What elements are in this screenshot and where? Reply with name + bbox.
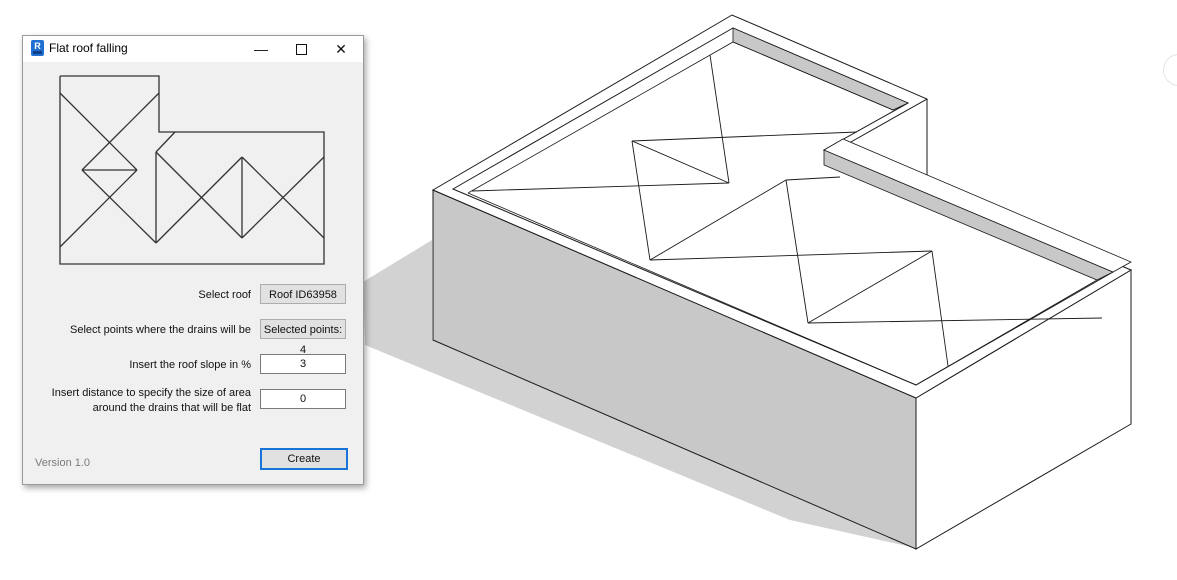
flat-distance-label: Insert distance to specify the size of a… xyxy=(52,386,251,416)
slope-line xyxy=(81,169,157,244)
select-points-label: Select points where the drains will be xyxy=(70,324,251,336)
roof-plan-preview xyxy=(59,75,325,265)
slope-line xyxy=(155,156,243,244)
roof-slope-input[interactable] xyxy=(260,354,346,374)
close-icon: ✕ xyxy=(335,41,347,57)
flat-distance-input[interactable] xyxy=(260,389,346,409)
title-bar[interactable]: R Flat roof falling — ✕ xyxy=(23,36,363,62)
select-roof-label: Select roof xyxy=(198,289,251,301)
slope-line xyxy=(155,131,176,153)
select-points-button[interactable]: Selected points: 4 xyxy=(260,319,346,356)
flat-roof-dialog: R Flat roof falling — ✕ Select roof Roof… xyxy=(22,35,364,485)
flat-distance-label-line2: around the drains that will be flat xyxy=(92,402,251,414)
version-label: Version 1.0 xyxy=(35,457,91,469)
slope-line xyxy=(59,92,138,171)
slope-line xyxy=(59,169,138,248)
maximize-button[interactable] xyxy=(281,36,321,62)
minimize-icon: — xyxy=(254,41,268,57)
select-roof-button[interactable]: Roof ID63958 xyxy=(260,284,346,304)
create-button[interactable]: Create xyxy=(260,448,348,470)
window-title: Flat roof falling xyxy=(49,41,128,55)
slope-line xyxy=(155,151,243,239)
close-button[interactable]: ✕ xyxy=(321,36,361,62)
roof-slope-label: Insert the roof slope in % xyxy=(129,359,251,371)
minimize-button[interactable]: — xyxy=(241,36,281,62)
maximize-icon xyxy=(295,43,307,55)
flat-distance-label-line1: Insert distance to specify the size of a… xyxy=(51,387,251,399)
slope-line xyxy=(81,92,160,171)
revit-addin-icon: R xyxy=(31,40,44,56)
